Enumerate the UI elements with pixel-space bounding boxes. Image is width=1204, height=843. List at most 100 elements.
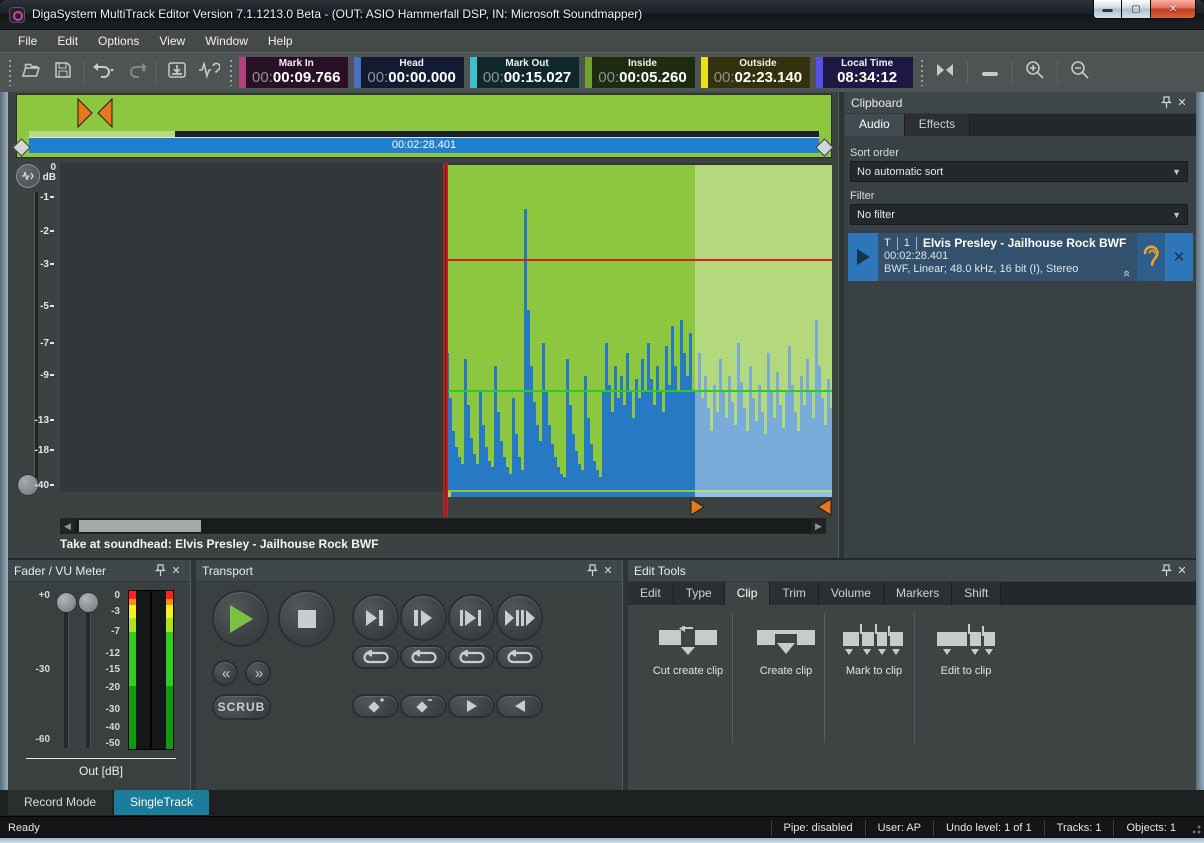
remove-marker-button[interactable]	[400, 694, 447, 718]
overview-duration-bar[interactable]: 00:02:28.401	[29, 137, 819, 153]
loop-button[interactable]	[496, 645, 543, 669]
prev-marker-button[interactable]	[496, 694, 543, 718]
time-field-outside[interactable]: Outside00:02:23.140	[701, 57, 810, 88]
resize-grip[interactable]	[1188, 821, 1202, 835]
skip-forward-button[interactable]: »	[245, 660, 271, 686]
edit-tools-header[interactable]: Edit Tools ✕	[628, 560, 1196, 582]
menu-window[interactable]: Window	[195, 31, 258, 51]
overview-left-handle[interactable]	[12, 138, 30, 156]
save-button[interactable]	[48, 59, 78, 87]
playhead[interactable]	[443, 163, 448, 517]
loop-button[interactable]	[400, 645, 447, 669]
menu-edit[interactable]: Edit	[47, 31, 88, 51]
clipboard-header[interactable]: Clipboard ✕	[845, 92, 1196, 114]
tab-audio[interactable]: Audio	[845, 114, 905, 136]
loop-button[interactable]	[352, 645, 399, 669]
play-from-cursor-button[interactable]	[400, 594, 447, 641]
vertical-splitter[interactable]	[838, 92, 844, 558]
tool-edit-to-clip[interactable]: Edit to clip	[920, 621, 1012, 677]
scrollbar-thumb[interactable]	[79, 520, 201, 532]
tab-type[interactable]: Type	[674, 582, 725, 605]
collapse-button[interactable]	[973, 59, 1007, 87]
tab-shift[interactable]: Shift	[952, 582, 1001, 605]
close-panel-icon[interactable]: ✕	[168, 563, 184, 579]
loop-button[interactable]	[448, 645, 495, 669]
tab-trim[interactable]: Trim	[770, 582, 819, 605]
menu-file[interactable]: File	[8, 31, 47, 51]
time-field-inside[interactable]: Inside00:00:05.260	[585, 57, 694, 88]
play-skip-button[interactable]	[496, 594, 543, 641]
fader-track[interactable]	[86, 600, 91, 748]
stop-button[interactable]	[278, 590, 335, 647]
mode-tab-singletrack[interactable]: SingleTrack	[114, 790, 209, 815]
tool-create-clip[interactable]: Create clip	[740, 621, 832, 677]
play-button[interactable]	[212, 590, 269, 647]
tab-edit[interactable]: Edit	[628, 582, 674, 605]
minimize-button[interactable]: ▬	[1093, 0, 1122, 19]
pin-icon[interactable]	[584, 563, 600, 579]
level-line-red[interactable]	[446, 259, 832, 261]
transport-header[interactable]: Transport ✕	[196, 560, 622, 582]
skip-back-button[interactable]: «	[212, 660, 238, 686]
close-button[interactable]: ✕	[1150, 0, 1196, 19]
toolbar-grip[interactable]	[7, 60, 12, 86]
time-field-mark-out[interactable]: Mark Out00:00:15.027	[470, 57, 579, 88]
menu-view[interactable]: View	[149, 31, 195, 51]
sort-order-select[interactable]: No automatic sort ▼	[850, 161, 1188, 182]
mode-tab-record-mode[interactable]: Record Mode	[8, 790, 112, 815]
maximize-button[interactable]: ▢	[1122, 0, 1150, 19]
tab-effects[interactable]: Effects	[905, 114, 970, 136]
tab-volume[interactable]: Volume	[819, 582, 884, 605]
level-line-green[interactable]	[446, 390, 832, 392]
mark-in-marker-icon[interactable]	[690, 498, 706, 516]
time-field-local-time[interactable]: Local Time08:34:12	[816, 57, 913, 88]
overview-timeline[interactable]: 00:02:28.401	[16, 94, 832, 158]
scrub-button[interactable]: SCRUB	[212, 694, 271, 720]
pin-icon[interactable]	[1158, 563, 1174, 579]
next-marker-button[interactable]	[448, 694, 495, 718]
close-panel-icon[interactable]: ✕	[600, 563, 616, 579]
add-marker-button[interactable]	[352, 694, 399, 718]
overview-mark-in-icon[interactable]	[77, 98, 113, 128]
collapse-chevrons-icon[interactable]: «	[1120, 270, 1135, 277]
tool-mark-to-clip[interactable]: Mark to clip	[828, 621, 920, 677]
scroll-left-icon[interactable]: ◀	[60, 521, 75, 532]
toolbar-grip[interactable]	[919, 60, 924, 86]
redo-button[interactable]	[121, 59, 151, 87]
fader-vu-header[interactable]: Fader / VU Meter ✕	[8, 560, 190, 582]
tab-markers[interactable]: Markers	[884, 582, 952, 605]
filter-select[interactable]: No filter ▼	[850, 204, 1188, 225]
clip-play-button[interactable]	[848, 233, 878, 281]
time-field-head[interactable]: Head00:00:00.000	[354, 57, 463, 88]
scroll-right-icon[interactable]: ▶	[811, 521, 826, 532]
time-field-mark-in[interactable]: Mark In00:00:09.766	[239, 57, 348, 88]
waveform-scrollbar[interactable]: ◀ ▶	[60, 518, 826, 534]
fader-knob[interactable]	[56, 592, 77, 613]
undo-button[interactable]	[89, 59, 119, 87]
tab-clip[interactable]: Clip	[725, 582, 771, 605]
menu-help[interactable]: Help	[258, 31, 303, 51]
clip-prelisten-button[interactable]	[1137, 233, 1165, 281]
pin-icon[interactable]	[1158, 95, 1174, 111]
scrollbar-track[interactable]	[75, 519, 811, 533]
toolbar-grip[interactable]	[228, 60, 233, 86]
tool-cut-create-clip[interactable]: Cut create clip	[642, 621, 734, 677]
clip-info[interactable]: T 1 Elvis Presley - Jailhouse Rock BWF 0…	[878, 233, 1137, 281]
title-bar[interactable]: DigaSystem MultiTrack Editor Version 7.1…	[0, 0, 1204, 30]
close-panel-icon[interactable]: ✕	[1174, 563, 1190, 579]
edit-take-button[interactable]	[194, 59, 224, 87]
pin-icon[interactable]	[152, 563, 168, 579]
zoom-to-range-button[interactable]	[928, 59, 962, 87]
clip-delete-button[interactable]: ✕	[1165, 233, 1193, 281]
mark-out-marker-icon[interactable]	[816, 498, 832, 516]
import-take-button[interactable]	[162, 59, 192, 87]
menu-options[interactable]: Options	[88, 31, 149, 51]
zoom-out-button[interactable]	[1063, 59, 1097, 87]
zoom-in-button[interactable]	[1018, 59, 1052, 87]
play-to-end-button[interactable]	[352, 594, 399, 641]
play-range-button[interactable]	[448, 594, 495, 641]
fader-track[interactable]	[64, 600, 69, 748]
clipboard-clip-row[interactable]: T 1 Elvis Presley - Jailhouse Rock BWF 0…	[848, 233, 1193, 281]
open-file-button[interactable]	[16, 59, 46, 87]
close-panel-icon[interactable]: ✕	[1174, 95, 1190, 111]
